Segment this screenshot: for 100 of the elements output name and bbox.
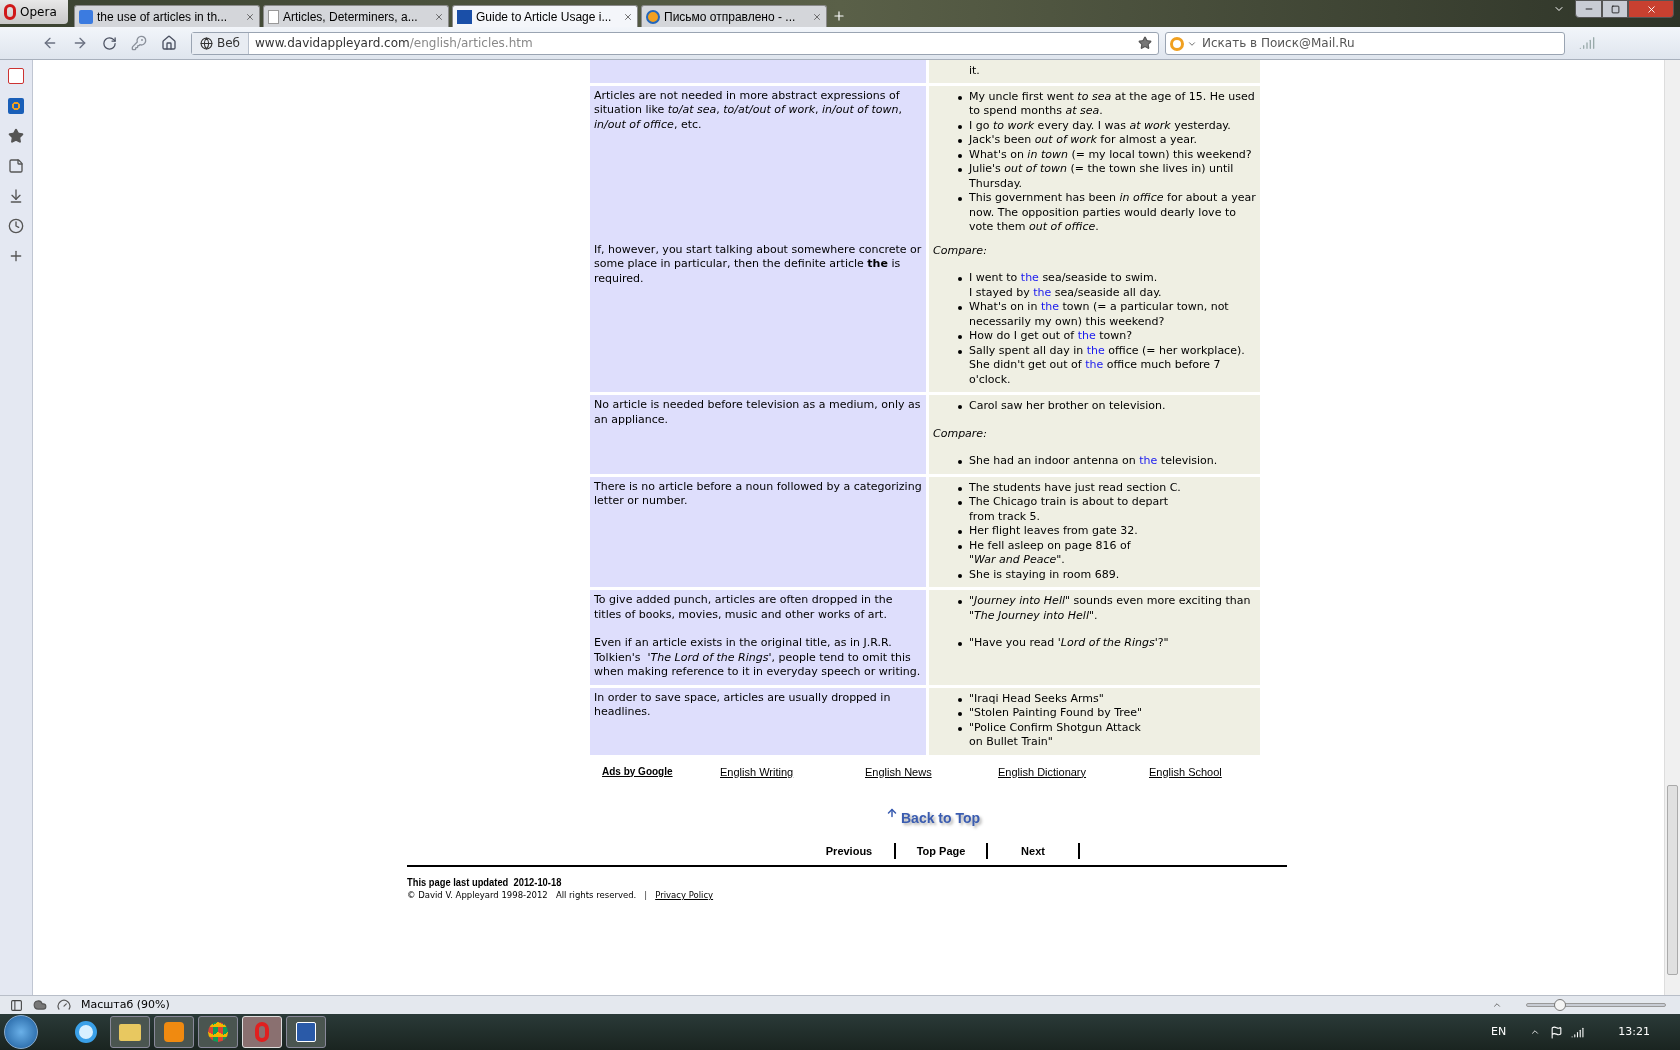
bullet-icon (958, 573, 962, 578)
privacy-policy-link[interactable]: Privacy Policy (655, 889, 714, 902)
close-icon[interactable] (245, 11, 255, 22)
bullet-icon (958, 460, 962, 464)
ad-link[interactable]: English Writing (720, 764, 865, 779)
url-text: www.davidappleyard.com/english/articles.htm (255, 35, 534, 52)
address-field[interactable]: Веб www.davidappleyard.com/english/articles.htm (191, 31, 1159, 55)
explanation-text: In order to save space, articles are usually dropped in headlines. (594, 690, 892, 720)
example-text: What's on in town (= my local town) this weekend? (969, 147, 1252, 162)
last-updated-text: This page last updated 2012-10-18 (407, 876, 563, 889)
minimize-button[interactable] (1575, 0, 1602, 18)
opera-menu-button[interactable]: Opera (0, 0, 68, 24)
explanation-text: To give added punch, articles are often dropped in the titles of books, movies, music and other works of art. (594, 593, 894, 622)
new-tab-icon[interactable] (832, 9, 846, 23)
zoom-text: Масштаб (90%) (81, 996, 170, 1013)
example-text: I went to the sea/seaside to swim. I stayed by the sea/seaside all day. (969, 271, 1162, 300)
ad-link[interactable]: English School (1149, 764, 1269, 779)
bullet-icon (958, 335, 962, 339)
bullet-icon (958, 277, 962, 281)
browser-tab[interactable]: Articles, Determiners, a... (263, 5, 449, 27)
example-text: Jack's been out of work for almost a year. (969, 133, 1198, 148)
explanation-text: There is no article before a noun followed by a categorizing letter or number. (594, 479, 922, 509)
star-icon[interactable] (8, 128, 24, 144)
download-icon[interactable] (8, 188, 24, 204)
close-icon (1645, 3, 1657, 15)
explanation-text: No article is needed before television as a medium, only as an appliance. (594, 398, 922, 427)
bullet-icon (958, 600, 962, 604)
bullet-icon (958, 501, 962, 505)
note-icon[interactable] (8, 158, 24, 174)
forward-icon[interactable] (72, 35, 88, 51)
clock-text[interactable]: 13:21 (1618, 1023, 1650, 1041)
close-icon[interactable] (812, 11, 822, 22)
close-icon[interactable] (434, 11, 444, 22)
bullet-icon (958, 124, 962, 129)
explanation-text: Even if an article exists in the original title, as in J.R.R. Tolkien's 'The Lord of the Rings', people tend to omit this when making reference to it in everyday speech or writing. (594, 636, 922, 680)
bullet-icon (958, 697, 962, 702)
example-text: "Have you read 'Lord of the Rings'?" (969, 636, 1169, 651)
example-text: Julie's out of town (= the town she lives in) until Thursday. (969, 162, 1235, 191)
language-indicator[interactable]: EN (1491, 1023, 1507, 1041)
example-text: She had an indoor antenna on the television. (969, 454, 1218, 469)
example-text: I go to work every day. I was at work yesterday. (969, 118, 1231, 133)
browser-tab[interactable]: Письмо отправлено - ... (641, 5, 827, 27)
example-text: The Chicago train is about to depart from track 5. (969, 495, 1169, 524)
cloud-icon[interactable] (33, 998, 47, 1012)
bullet-icon (958, 405, 962, 409)
taskbar-button[interactable] (286, 1016, 326, 1048)
nav-link[interactable]: Previous (808, 843, 890, 859)
back-to-top-link[interactable]: Back to Top (886, 801, 981, 825)
example-text: He fell asleep on page 816 of "War and Peace". (969, 538, 1131, 568)
bullet-icon (958, 153, 962, 158)
maximize-button[interactable] (1602, 0, 1628, 18)
separator-text: | (644, 889, 648, 902)
reload-icon[interactable] (102, 35, 117, 51)
clock-icon[interactable] (8, 218, 24, 234)
circle-logo-icon[interactable] (208, 1022, 228, 1042)
note-text: Compare: (933, 426, 988, 441)
bullet-icon (958, 197, 962, 201)
copyright-text: © David V. Appleyard 1998-2012 All rights reserved. (407, 889, 637, 902)
tray-expand-icon[interactable] (1530, 1027, 1541, 1037)
bullet-icon (958, 139, 962, 143)
example-text: The students have just read section C. (969, 480, 1181, 495)
back-icon[interactable] (42, 35, 58, 51)
close-icon[interactable] (623, 11, 633, 22)
ad-link[interactable]: English News (865, 764, 998, 779)
explanation-text: Articles are not needed in more abstract expressions of situation like to/at sea, to/at/out of work, in/out of town, in/out of office, etc. (594, 88, 903, 132)
search-field[interactable]: Искать в Поиск@Mail.Ru (1165, 31, 1565, 55)
home-icon[interactable] (161, 35, 177, 51)
add-panel-icon[interactable] (8, 248, 24, 264)
panel-toggle-icon[interactable] (10, 998, 23, 1012)
nav-link[interactable]: Next (992, 843, 1074, 859)
browser-tab[interactable]: the use of articles in th... (74, 5, 260, 27)
caret-icon[interactable] (1492, 1000, 1502, 1010)
example-text: Sally spent all day in the office (= her workplace). She didn't get out of the office much before 7 o'clock. (969, 343, 1246, 387)
o-logo-icon (4, 4, 16, 20)
maximize-icon (1610, 4, 1620, 14)
bullet-icon (958, 712, 962, 716)
browser-tab[interactable]: Guide to Article Usage i... (452, 5, 638, 27)
start-orb-icon[interactable] (4, 1015, 38, 1049)
example-text: This government has been in office for about a year now. The opposition parties would dearly love to vote them out of office. (969, 191, 1256, 235)
ad-link[interactable]: English Dictionary (998, 764, 1149, 779)
document-icon[interactable] (296, 1022, 316, 1042)
zoom-slider-thumb[interactable] (1554, 999, 1567, 1011)
scrollbar[interactable] (1664, 60, 1680, 995)
folder-icon[interactable] (119, 1023, 141, 1041)
bookmark-star-icon[interactable] (1138, 36, 1152, 50)
bullet-icon (958, 349, 962, 354)
note-text: Compare: (933, 243, 988, 258)
page-icon (268, 9, 279, 24)
bullet-icon (958, 726, 962, 731)
ads-label-link[interactable]: Ads by Google (602, 764, 720, 779)
example-text: "Journey into Hell" sounds even more exciting than "The Journey into Hell". (969, 594, 1252, 623)
example-text: What's on in the town (= a particular town, not necessarily my own) this weekend? (969, 300, 1230, 329)
key-icon[interactable] (131, 35, 147, 51)
bullet-icon (958, 95, 962, 100)
flag-icon[interactable] (1550, 1025, 1564, 1039)
example-text: Her flight leaves from gate 32. (969, 524, 1138, 539)
nav-link[interactable]: Top Page (900, 843, 982, 859)
gauge-icon[interactable] (57, 998, 71, 1012)
bullet-icon (958, 486, 962, 491)
network-icon[interactable] (1571, 1025, 1585, 1039)
